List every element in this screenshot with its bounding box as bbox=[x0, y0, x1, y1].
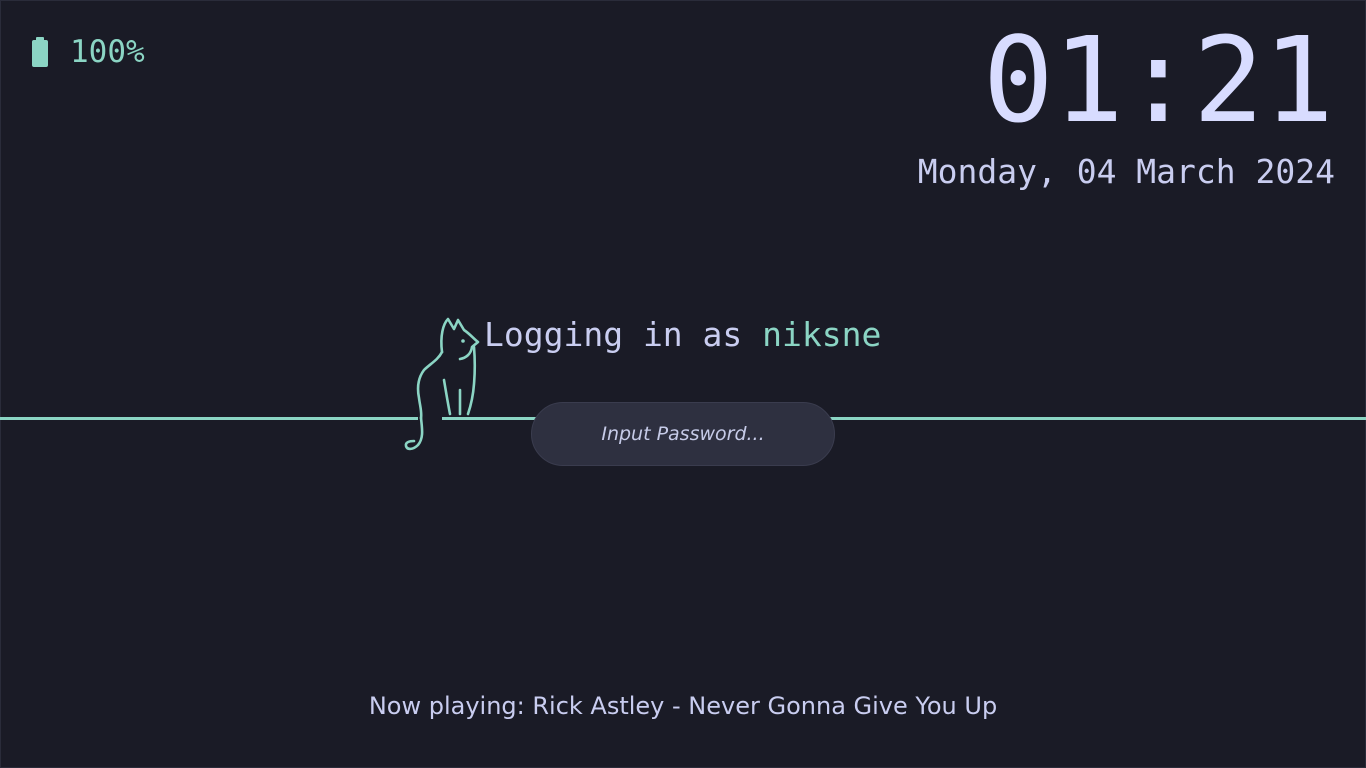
battery-percentage: 100% bbox=[70, 34, 145, 70]
battery-indicator: 100% bbox=[30, 34, 145, 70]
now-playing-text: Now playing: Rick Astley - Never Gonna G… bbox=[368, 692, 998, 720]
floor-line-right bbox=[826, 417, 1366, 420]
login-prefix: Logging in as bbox=[484, 315, 743, 354]
clock-date: Monday, 04 March 2024 bbox=[917, 152, 1335, 191]
cat-outline-icon bbox=[404, 317, 480, 451]
clock-time: 01:21 bbox=[982, 11, 1334, 149]
login-user-label: Logging in as niksne bbox=[484, 314, 881, 356]
battery-full-icon bbox=[32, 37, 48, 67]
password-field-container[interactable] bbox=[531, 402, 835, 466]
floor-line-left bbox=[0, 417, 418, 420]
login-username: niksne bbox=[762, 315, 882, 354]
password-input[interactable] bbox=[546, 413, 820, 455]
